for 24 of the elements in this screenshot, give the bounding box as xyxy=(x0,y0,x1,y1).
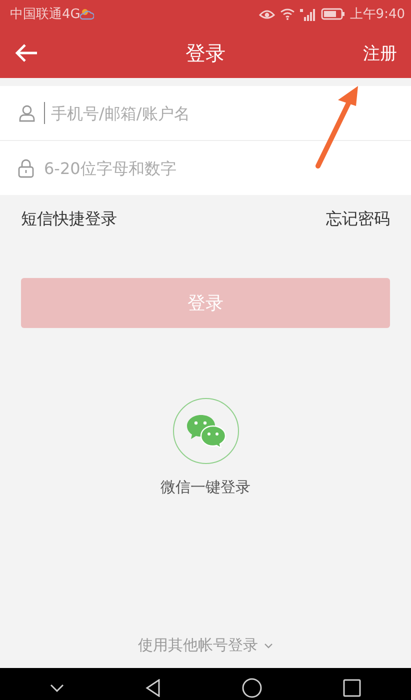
clock-time: 上午9:40 xyxy=(350,6,405,23)
circle-home-icon xyxy=(242,678,262,698)
triangle-back-icon xyxy=(145,679,162,697)
carrier-label: 中国联通4G xyxy=(10,6,80,23)
eye-icon xyxy=(258,8,275,20)
wifi-icon xyxy=(280,8,295,20)
register-link[interactable]: 注册 xyxy=(359,38,401,68)
username-field[interactable]: 手机号/邮箱/账户名 xyxy=(51,104,393,122)
chat-bubbles-icon xyxy=(186,414,226,448)
back-arrow-icon xyxy=(14,43,38,63)
lock-icon xyxy=(18,158,34,178)
signal-icon xyxy=(300,8,316,20)
person-icon xyxy=(18,104,36,122)
chevron-down-icon xyxy=(264,642,273,648)
chevron-down-icon xyxy=(50,684,64,692)
battery-icon xyxy=(320,8,345,20)
wechat-login-label: 微信一键登录 xyxy=(160,478,250,497)
page-title: 登录 xyxy=(186,40,226,66)
weather-icon xyxy=(80,8,94,20)
square-icon xyxy=(342,679,361,697)
other-accounts-button[interactable]: 使用其他帐号登录 xyxy=(132,635,279,656)
password-field[interactable]: 6-20位字母和数字 xyxy=(44,158,393,178)
sms-login-link[interactable]: 短信快捷登录 xyxy=(21,209,117,230)
forgot-password-link[interactable]: 忘记密码 xyxy=(326,209,390,230)
